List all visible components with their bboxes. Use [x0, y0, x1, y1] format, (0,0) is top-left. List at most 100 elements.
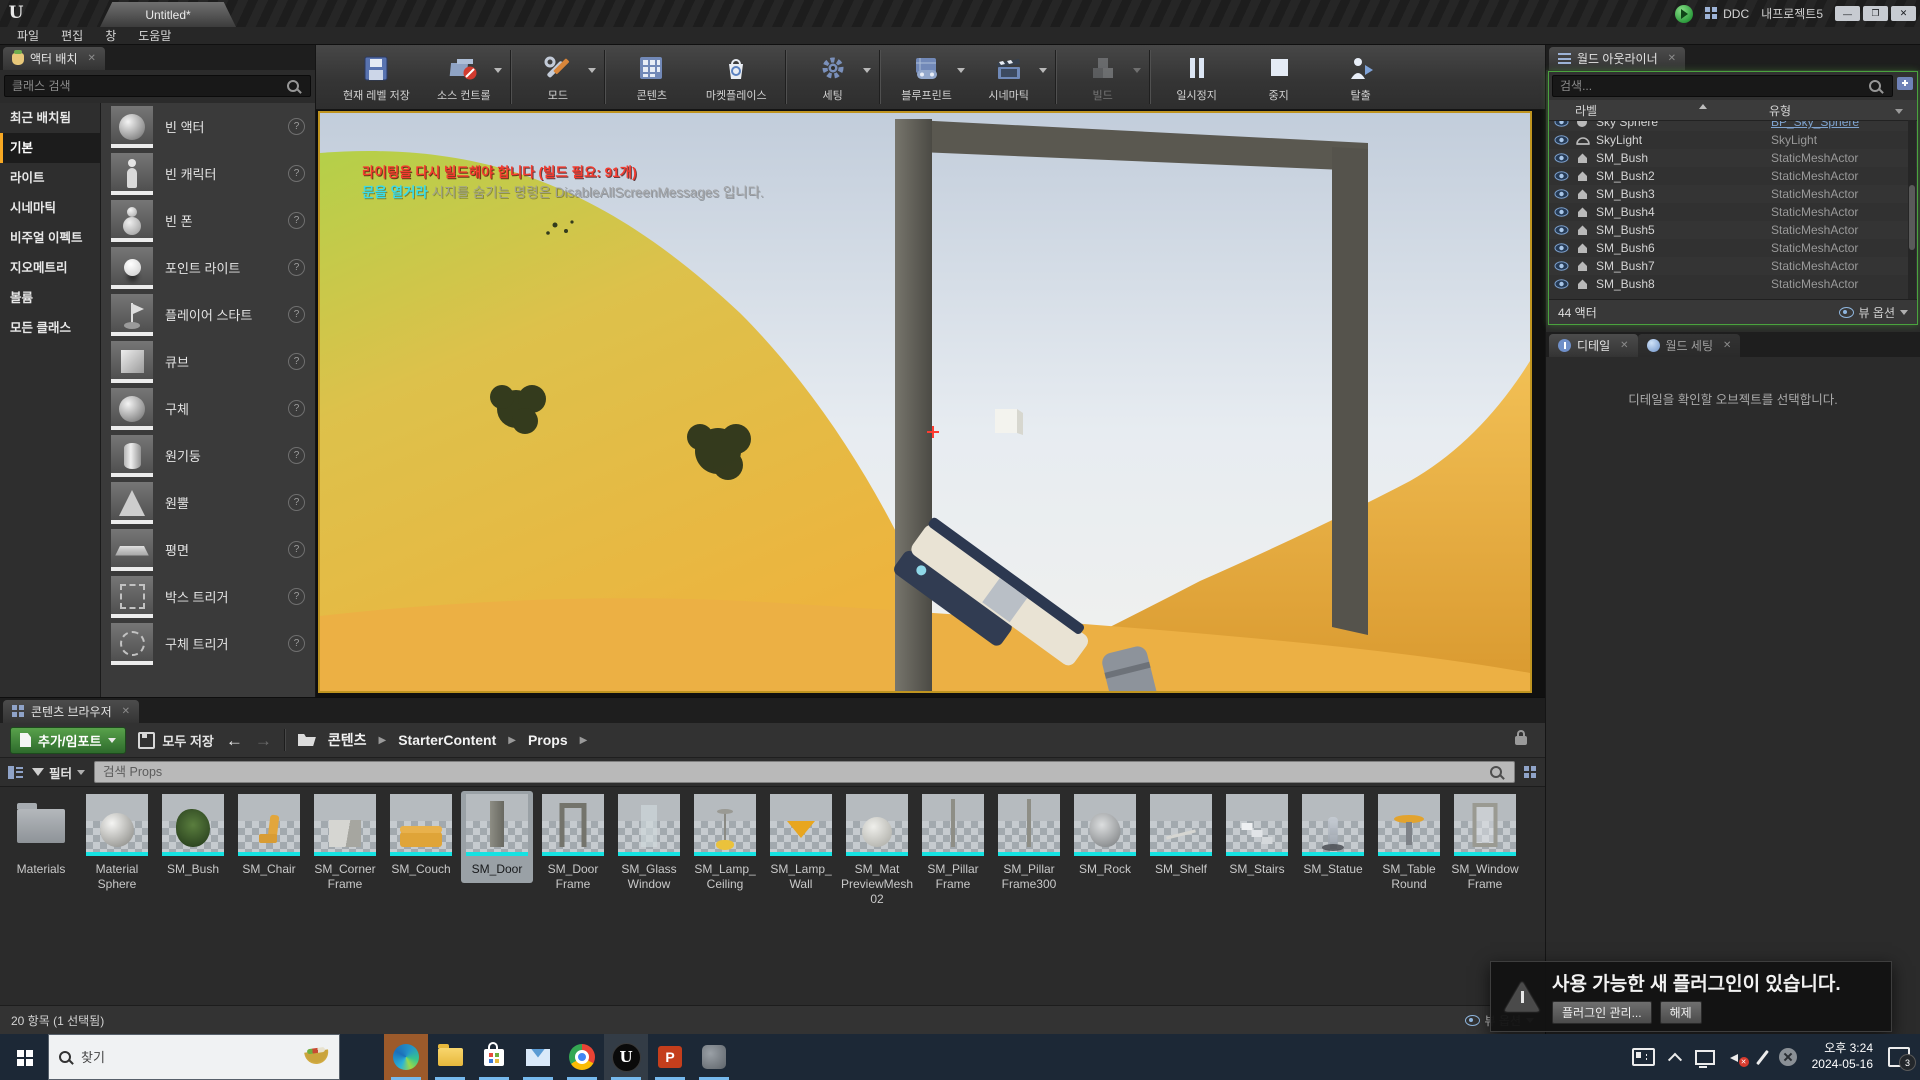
- place-item-9[interactable]: 평면?: [101, 526, 315, 573]
- asset-tile-SM_Couch[interactable]: SM_Couch: [385, 791, 457, 883]
- place-category-5[interactable]: 지오메트리: [0, 253, 100, 283]
- visibility-eye-icon[interactable]: [1554, 207, 1576, 217]
- help-icon[interactable]: ?: [288, 635, 305, 652]
- tab-world-settings[interactable]: 월드 세팅 ✕: [1638, 334, 1741, 357]
- place-item-8[interactable]: 원뿔?: [101, 479, 315, 526]
- place-category-1[interactable]: 기본: [0, 133, 100, 163]
- powerpoint-taskbar-button[interactable]: [648, 1034, 692, 1080]
- place-item-3[interactable]: 포인트 라이트?: [101, 244, 315, 291]
- column-label[interactable]: 라벨: [1549, 102, 1769, 119]
- place-item-4[interactable]: 플레이어 스타트?: [101, 291, 315, 338]
- visibility-eye-icon[interactable]: [1554, 121, 1576, 127]
- add-actor-icon[interactable]: [1897, 77, 1913, 90]
- status-disabled-icon[interactable]: [1779, 1048, 1797, 1066]
- close-icon[interactable]: ✕: [88, 53, 96, 64]
- toolbar-eject-button[interactable]: 탈출: [1320, 49, 1402, 106]
- outliner-row-Sky Sphere[interactable]: Sky SphereBP_Sky_Sphere: [1549, 121, 1917, 131]
- asset-tile-SM_Glass-Window[interactable]: SM_Glass Window: [613, 791, 685, 898]
- help-icon[interactable]: ?: [288, 541, 305, 558]
- asset-tile-SM_Door[interactable]: SM_Door: [461, 791, 533, 883]
- tab-content-browser[interactable]: 콘텐츠 브라우저 ✕: [3, 700, 139, 723]
- taskbar-clock[interactable]: 오후 3:24 2024-05-16: [1812, 1041, 1873, 1072]
- asset-search-input[interactable]: [94, 761, 1515, 783]
- place-category-3[interactable]: 시네마틱: [0, 193, 100, 223]
- scrollbar-thumb[interactable]: [1909, 185, 1915, 250]
- toolbar-blueprints-button[interactable]: 블루프린트: [886, 49, 968, 106]
- help-icon[interactable]: ?: [288, 494, 305, 511]
- level-viewport[interactable]: 라이팅을 다시 빌드해야 합니다 (빌드 필요: 91개) 문을 열거라 시지를…: [318, 111, 1532, 693]
- tab-details[interactable]: 디테일 ✕: [1549, 334, 1638, 357]
- view-settings-icon[interactable]: [1524, 766, 1537, 779]
- outliner-row-SM_Bush8[interactable]: SM_Bush8StaticMeshActor: [1549, 275, 1917, 293]
- store-taskbar-button[interactable]: [472, 1034, 516, 1080]
- outliner-row-SM_Bush4[interactable]: SM_Bush4StaticMeshActor: [1549, 203, 1917, 221]
- visibility-eye-icon[interactable]: [1554, 135, 1576, 145]
- edge-taskbar-button[interactable]: [384, 1034, 428, 1080]
- start-button[interactable]: [0, 1034, 48, 1080]
- help-icon[interactable]: ?: [288, 353, 305, 370]
- breadcrumb-props[interactable]: Props: [528, 732, 568, 748]
- outliner-row-SM_Bush7[interactable]: SM_Bush7StaticMeshActor: [1549, 257, 1917, 275]
- place-item-7[interactable]: 원기둥?: [101, 432, 315, 479]
- news-icon[interactable]: [1632, 1048, 1655, 1066]
- class-search-input[interactable]: [4, 75, 311, 97]
- asset-tile-SM_Door-Frame[interactable]: SM_Door Frame: [537, 791, 609, 898]
- close-icon[interactable]: ✕: [1620, 340, 1628, 351]
- help-icon[interactable]: ?: [288, 588, 305, 605]
- toolbar-content-button[interactable]: 콘텐츠: [611, 49, 693, 106]
- visibility-eye-icon[interactable]: [1554, 225, 1576, 235]
- asset-tile-SM_Pillar-Frame[interactable]: SM_Pillar Frame: [917, 791, 989, 898]
- outliner-row-SM_Bush5[interactable]: SM_Bush5StaticMeshActor: [1549, 221, 1917, 239]
- asset-tile-Materials[interactable]: Materials: [5, 791, 77, 883]
- breadcrumb-startercontent[interactable]: StarterContent: [398, 732, 496, 748]
- manage-plugins-button[interactable]: 플러그인 관리...: [1552, 1001, 1652, 1024]
- chevron-down-icon[interactable]: [588, 68, 596, 73]
- place-category-0[interactable]: 최근 배치됨: [0, 103, 100, 133]
- asset-tile-SM_Window-Frame[interactable]: SM_Window Frame: [1449, 791, 1521, 898]
- place-item-10[interactable]: 박스 트리거?: [101, 573, 315, 620]
- asset-tile-SM_Rock[interactable]: SM_Rock: [1069, 791, 1141, 883]
- outliner-row-SM_Bush6[interactable]: SM_Bush6StaticMeshActor: [1549, 239, 1917, 257]
- toolbar-source-control-button[interactable]: 소스 컨트롤: [423, 49, 505, 106]
- unreal-taskbar-button[interactable]: [604, 1034, 648, 1080]
- help-icon[interactable]: ?: [288, 259, 305, 276]
- toolbar-marketplace-button[interactable]: 마켓플레이스: [693, 49, 780, 106]
- place-item-0[interactable]: 빈 액터?: [101, 103, 315, 150]
- task-view-taskbar-button[interactable]: [340, 1034, 384, 1080]
- ddc-button[interactable]: DDC: [1705, 7, 1749, 21]
- asset-tile-SM_Lamp_-Wall[interactable]: SM_Lamp_ Wall: [765, 791, 837, 898]
- visibility-eye-icon[interactable]: [1554, 153, 1576, 163]
- place-category-7[interactable]: 모든 클래스: [0, 313, 100, 343]
- place-item-1[interactable]: 빈 캐릭터?: [101, 150, 315, 197]
- outliner-view-options-button[interactable]: 뷰 옵션: [1839, 304, 1908, 321]
- close-icon[interactable]: ✕: [122, 706, 130, 717]
- help-icon[interactable]: ?: [288, 447, 305, 464]
- asset-tile-SM_Pillar-Frame300[interactable]: SM_Pillar Frame300: [993, 791, 1065, 898]
- visibility-eye-icon[interactable]: [1554, 189, 1576, 199]
- place-item-6[interactable]: 구체?: [101, 385, 315, 432]
- place-item-11[interactable]: 구체 트리거?: [101, 620, 315, 667]
- action-center-icon[interactable]: 3: [1888, 1047, 1910, 1067]
- menu-item-0[interactable]: 파일: [6, 27, 50, 45]
- help-icon[interactable]: ?: [288, 165, 305, 182]
- asset-tile-SM_Mat-PreviewMesh-02[interactable]: SM_Mat PreviewMesh 02: [841, 791, 913, 913]
- tab-world-outliner[interactable]: 월드 아웃라이너 ✕: [1549, 47, 1685, 70]
- toolbar-cinematics-button[interactable]: 시네마틱: [968, 49, 1050, 106]
- outliner-search-input[interactable]: [1552, 75, 1893, 97]
- toolbar-save-level-button[interactable]: 현재 레벨 저장: [330, 49, 423, 106]
- close-icon[interactable]: ✕: [1723, 340, 1731, 351]
- asset-tile-SM_Shelf[interactable]: SM_Shelf: [1145, 791, 1217, 883]
- asset-tile-SM_Stairs[interactable]: SM_Stairs: [1221, 791, 1293, 883]
- outliner-row-SM_Bush3[interactable]: SM_Bush3StaticMeshActor: [1549, 185, 1917, 203]
- menu-item-3[interactable]: 도움말: [127, 27, 182, 45]
- toolbar-settings-button[interactable]: 세팅: [792, 49, 874, 106]
- maximize-button[interactable]: ❐: [1863, 6, 1888, 21]
- help-icon[interactable]: ?: [288, 306, 305, 323]
- toolbar-stop-button[interactable]: 중지: [1238, 49, 1320, 106]
- visibility-eye-icon[interactable]: [1554, 261, 1576, 271]
- help-icon[interactable]: ?: [288, 118, 305, 135]
- visibility-eye-icon[interactable]: [1554, 243, 1576, 253]
- visibility-eye-icon[interactable]: [1554, 171, 1576, 181]
- place-category-2[interactable]: 라이트: [0, 163, 100, 193]
- filter-button[interactable]: 필터: [32, 763, 85, 782]
